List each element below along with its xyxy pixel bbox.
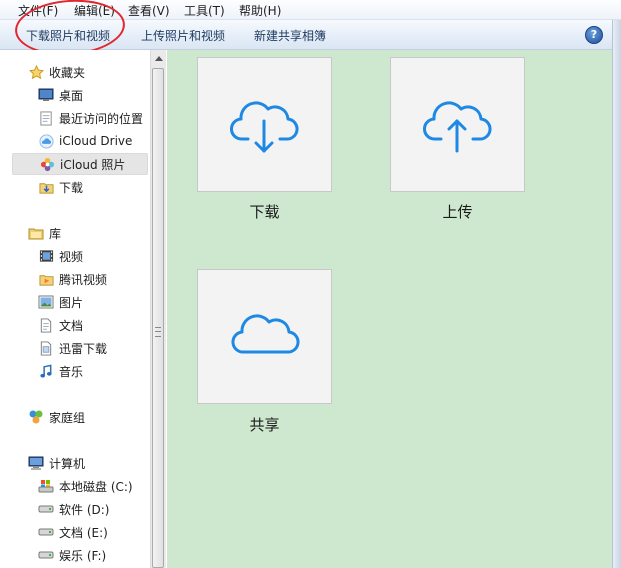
- nav-item-label: 桌面: [59, 88, 84, 103]
- nav-item-tencent-video[interactable]: 腾讯视频: [12, 268, 148, 290]
- navigation-pane: 收藏夹 桌面 最近访问的位置 iCloud Drive iCloud 照片 下载: [0, 50, 150, 568]
- cloud-download-icon: [229, 100, 298, 152]
- nav-favorites[interactable]: 收藏夹: [12, 61, 148, 83]
- favorites-star-icon: [28, 64, 44, 80]
- video-library-icon: [38, 248, 54, 264]
- nav-favorites-label: 收藏夹: [49, 65, 86, 80]
- menu-edit[interactable]: 编辑(E): [74, 2, 115, 19]
- nav-computer[interactable]: 计算机: [12, 452, 148, 474]
- toolbar: 下载照片和视频 上传照片和视频 新建共享相簿 ?: [0, 20, 621, 50]
- nav-item-label: iCloud Drive: [59, 134, 133, 148]
- nav-computer-label: 计算机: [49, 456, 86, 471]
- xunlei-download-folder-icon: [38, 340, 54, 356]
- computer-icon: [28, 455, 44, 471]
- icloud-drive-icon: [38, 133, 54, 149]
- shared-tile-label: 共享: [249, 416, 280, 434]
- nav-item-label: 娱乐 (F:): [59, 548, 107, 563]
- nav-libraries[interactable]: 库: [12, 222, 148, 244]
- download-photos-videos-button[interactable]: 下载照片和视频: [26, 27, 110, 44]
- nav-item-pictures[interactable]: 图片: [12, 291, 148, 313]
- recent-places-icon: [38, 110, 54, 126]
- nav-item-documents[interactable]: 文档: [12, 314, 148, 336]
- nav-item-drive-c[interactable]: 本地磁盘 (C:): [12, 475, 148, 497]
- nav-item-recent-places[interactable]: 最近访问的位置: [12, 107, 148, 129]
- library-icon: [28, 225, 44, 241]
- upload-photos-videos-button[interactable]: 上传照片和视频: [141, 27, 225, 44]
- menu-bar: 文件(F) 编辑(E) 查看(V) 工具(T) 帮助(H): [0, 0, 621, 20]
- nav-item-icloud-drive[interactable]: iCloud Drive: [12, 130, 148, 152]
- download-tile-label: 下载: [249, 203, 280, 221]
- nav-item-label: 软件 (D:): [59, 502, 110, 517]
- downloads-folder-icon: [38, 179, 54, 195]
- window-right-border: [612, 20, 621, 568]
- menu-tools[interactable]: 工具(T): [184, 2, 225, 19]
- nav-item-label: 视频: [59, 249, 84, 264]
- download-tile[interactable]: [197, 57, 332, 192]
- upload-tile[interactable]: [390, 57, 525, 192]
- nav-item-label: 最近访问的位置: [59, 111, 144, 126]
- nav-item-label: 下载: [59, 180, 84, 195]
- new-shared-album-button[interactable]: 新建共享相簿: [254, 27, 326, 44]
- scroll-grip-icon: [155, 327, 161, 337]
- icloud-photos-icon: [39, 156, 55, 172]
- music-library-icon: [38, 363, 54, 379]
- cloud-icon: [231, 313, 299, 354]
- drive-icon: [38, 501, 54, 517]
- menu-help[interactable]: 帮助(H): [239, 2, 281, 19]
- nav-item-label: 腾讯视频: [59, 272, 108, 287]
- scroll-thumb[interactable]: [152, 68, 164, 568]
- nav-item-label: iCloud 照片: [60, 157, 126, 172]
- menu-file[interactable]: 文件(F): [18, 2, 58, 19]
- nav-libraries-label: 库: [49, 226, 62, 241]
- nav-item-xunlei-download[interactable]: 迅雷下载: [12, 337, 148, 359]
- upload-tile-label: 上传: [442, 203, 473, 221]
- content-area: 下载 上传 共享: [167, 50, 612, 568]
- documents-library-icon: [38, 317, 54, 333]
- nav-item-label: 音乐: [59, 364, 84, 379]
- cloud-upload-icon: [422, 100, 491, 152]
- pictures-library-icon: [38, 294, 54, 310]
- nav-homegroup-label: 家庭组: [49, 410, 86, 425]
- shared-tile[interactable]: [197, 269, 332, 404]
- menu-view[interactable]: 查看(V): [128, 2, 170, 19]
- nav-homegroup[interactable]: 家庭组: [12, 406, 148, 428]
- nav-item-music[interactable]: 音乐: [12, 360, 148, 382]
- tencent-video-folder-icon: [38, 271, 54, 287]
- drive-icon: [38, 524, 54, 540]
- scroll-up-arrow-icon[interactable]: [151, 50, 166, 67]
- system-drive-icon: [38, 478, 54, 494]
- nav-item-label: 文档 (E:): [59, 525, 108, 540]
- homegroup-icon: [28, 409, 44, 425]
- nav-item-drive-e[interactable]: 文档 (E:): [12, 521, 148, 543]
- nav-item-label: 图片: [59, 295, 84, 310]
- nav-item-desktop[interactable]: 桌面: [12, 84, 148, 106]
- nav-item-drive-f[interactable]: 娱乐 (F:): [12, 544, 148, 566]
- nav-item-icloud-photos[interactable]: iCloud 照片: [12, 153, 148, 175]
- nav-item-label: 文档: [59, 318, 84, 333]
- drive-icon: [38, 547, 54, 563]
- nav-item-label: 本地磁盘 (C:): [59, 479, 133, 494]
- nav-item-downloads[interactable]: 下载: [12, 176, 148, 198]
- help-icon[interactable]: ?: [585, 26, 603, 44]
- sidebar-scrollbar[interactable]: [150, 50, 166, 568]
- nav-item-label: 迅雷下载: [59, 341, 108, 356]
- nav-item-videos[interactable]: 视频: [12, 245, 148, 267]
- nav-item-drive-d[interactable]: 软件 (D:): [12, 498, 148, 520]
- desktop-icon: [38, 87, 54, 103]
